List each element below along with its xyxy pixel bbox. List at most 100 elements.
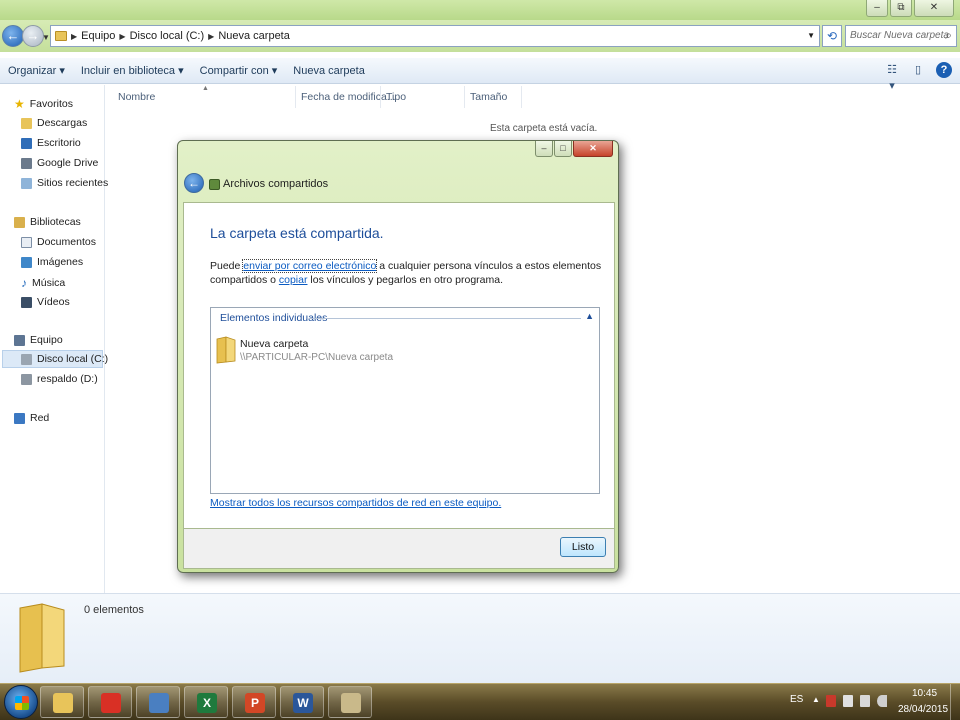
word-icon: W xyxy=(293,693,313,713)
column-divider[interactable] xyxy=(464,86,465,108)
breadcrumb-equipo[interactable]: Equipo xyxy=(81,30,115,42)
column-name[interactable]: Nombre xyxy=(118,91,155,103)
search-icon[interactable]: ⌕ xyxy=(945,28,952,43)
nav-item-escritorio[interactable]: Escritorio xyxy=(21,137,81,149)
taskbar-app-word[interactable]: W xyxy=(280,686,324,718)
taskbar-app-scanner[interactable] xyxy=(136,686,180,718)
copy-link[interactable]: copiar xyxy=(279,274,308,286)
include-library-menu[interactable]: Incluir en biblioteca ▾ xyxy=(73,64,192,77)
nav-label: Disco local (C:) xyxy=(37,353,109,365)
pictures-icon xyxy=(21,256,32,268)
nav-item-sitios-recientes[interactable]: Sitios recientes xyxy=(21,177,108,189)
shared-item-path: \\PARTICULAR-PC\Nueva carpeta xyxy=(240,352,394,363)
nav-item-musica[interactable]: ♪ Música xyxy=(21,276,65,290)
empty-folder-message: Esta carpeta está vacía. xyxy=(490,123,598,134)
show-hidden-icons-icon[interactable]: ▲ xyxy=(812,695,820,704)
window-controls: ‒ ⧉ ✕ xyxy=(866,0,954,17)
dialog-title: Archivos compartidos xyxy=(223,178,329,190)
preview-pane-icon[interactable]: ▯ xyxy=(910,62,926,78)
taskbar-app-excel[interactable]: X xyxy=(184,686,228,718)
shared-items-list: Elementos individuales ▲ Nueva carpeta \… xyxy=(210,307,600,494)
nav-label: Sitios recientes xyxy=(37,177,109,189)
nav-label: Bibliotecas xyxy=(30,216,81,228)
nav-label: Google Drive xyxy=(37,157,99,169)
address-row: ← → ▼ ▶ Equipo ▶ Disco local (C:) ▶ Nuev… xyxy=(0,20,960,52)
volume-icon[interactable] xyxy=(877,695,887,707)
navigation-pane: ★ Favoritos Descargas Escritorio Google … xyxy=(0,85,108,593)
drive-icon xyxy=(21,157,32,169)
chevron-right-icon[interactable]: ▶ xyxy=(71,32,77,41)
music-icon: ♪ xyxy=(21,276,27,290)
dialog-minimize-button[interactable]: ‒ xyxy=(535,141,553,157)
back-button[interactable]: ← xyxy=(2,25,24,47)
dialog-maximize-button[interactable]: □ xyxy=(554,141,572,157)
nav-favorites[interactable]: ★ Favoritos xyxy=(14,97,73,111)
collapse-icon[interactable]: ▲ xyxy=(585,311,594,321)
group-divider xyxy=(309,318,581,319)
nav-item-imagenes[interactable]: Imágenes xyxy=(21,256,83,268)
address-dropdown-icon[interactable]: ▼ xyxy=(807,31,815,40)
show-all-shares-link[interactable]: Mostrar todos los recursos compartidos d… xyxy=(210,497,501,509)
column-size[interactable]: Tamaño xyxy=(470,91,507,103)
dialog-heading: La carpeta está compartida. xyxy=(210,225,384,241)
address-bar[interactable]: ▶ Equipo ▶ Disco local (C:) ▶ Nueva carp… xyxy=(50,25,820,47)
forward-button[interactable]: → xyxy=(22,25,44,47)
item-count: 0 elementos xyxy=(84,604,144,616)
nav-item-respaldo[interactable]: respaldo (D:) xyxy=(21,373,98,385)
windows-logo-icon xyxy=(15,696,29,710)
help-icon[interactable]: ? xyxy=(936,62,952,78)
done-button[interactable]: Listo xyxy=(560,537,606,557)
nav-item-descargas[interactable]: Descargas xyxy=(21,117,87,129)
chevron-right-icon[interactable]: ▶ xyxy=(208,32,214,41)
close-button[interactable]: ✕ xyxy=(914,0,954,17)
breadcrumb-nueva-carpeta[interactable]: Nueva carpeta xyxy=(218,30,290,42)
taskbar-app-chrome[interactable] xyxy=(88,686,132,718)
taskbar-app-explorer[interactable] xyxy=(40,686,84,718)
paint-icon xyxy=(341,693,361,713)
column-date[interactable]: Fecha de modifica... xyxy=(301,91,396,103)
show-desktop-button[interactable] xyxy=(950,684,960,720)
network-tray-icon[interactable] xyxy=(860,695,870,707)
device-icon[interactable] xyxy=(843,695,853,707)
dialog-close-button[interactable]: ✕ xyxy=(573,141,613,157)
nav-libraries[interactable]: Bibliotecas xyxy=(14,216,81,228)
nav-item-disco-local[interactable]: Disco local (C:) xyxy=(21,353,108,365)
email-link[interactable]: enviar por correo electrónico xyxy=(242,259,378,273)
column-type[interactable]: Tipo xyxy=(386,91,406,103)
clock-date[interactable]: 28/04/2015 xyxy=(898,704,948,715)
search-input[interactable]: Buscar Nueva carpeta ⌕ xyxy=(845,25,957,47)
breadcrumb-disco-local[interactable]: Disco local (C:) xyxy=(130,30,205,42)
nav-item-videos[interactable]: Vídeos xyxy=(21,296,70,308)
view-options-icon[interactable]: ☷ ▾ xyxy=(884,62,900,92)
dialog-description: Puede enviar por correo electrónico a cu… xyxy=(210,259,610,287)
nav-item-documentos[interactable]: Documentos xyxy=(21,236,96,248)
language-indicator[interactable]: ES xyxy=(790,694,803,705)
drive-c-icon xyxy=(21,353,32,365)
shared-item-name[interactable]: Nueva carpeta xyxy=(240,338,308,350)
recent-pages-dropdown-icon[interactable]: ▼ xyxy=(42,33,50,42)
column-headers: Nombre ▲ Fecha de modifica... Tipo Tamañ… xyxy=(106,85,960,108)
nav-label: Escritorio xyxy=(37,137,81,149)
organize-menu[interactable]: Organizar ▾ xyxy=(0,64,73,77)
nav-computer[interactable]: Equipo xyxy=(14,334,63,346)
maximize-button[interactable]: ⧉ xyxy=(890,0,912,17)
nav-network[interactable]: Red xyxy=(14,412,49,424)
refresh-button[interactable]: ⟲ xyxy=(822,25,842,47)
start-button[interactable] xyxy=(4,685,38,719)
nav-item-google-drive[interactable]: Google Drive xyxy=(21,157,98,169)
column-divider[interactable] xyxy=(521,86,522,108)
nav-label: Red xyxy=(30,412,50,424)
column-divider[interactable] xyxy=(380,86,381,108)
action-center-icon[interactable] xyxy=(826,695,836,707)
folder-icon xyxy=(216,336,236,364)
dialog-back-button[interactable]: ← xyxy=(184,173,204,193)
taskbar-app-paint[interactable] xyxy=(328,686,372,718)
minimize-button[interactable]: ‒ xyxy=(866,0,888,17)
new-folder-button[interactable]: Nueva carpeta xyxy=(285,65,373,77)
taskbar-app-powerpoint[interactable]: P xyxy=(232,686,276,718)
column-divider[interactable] xyxy=(295,86,296,108)
share-with-menu[interactable]: Compartir con ▾ xyxy=(192,64,286,77)
clock-time[interactable]: 10:45 xyxy=(912,688,937,699)
dialog-footer: Listo xyxy=(183,529,615,569)
chevron-right-icon[interactable]: ▶ xyxy=(119,32,125,41)
